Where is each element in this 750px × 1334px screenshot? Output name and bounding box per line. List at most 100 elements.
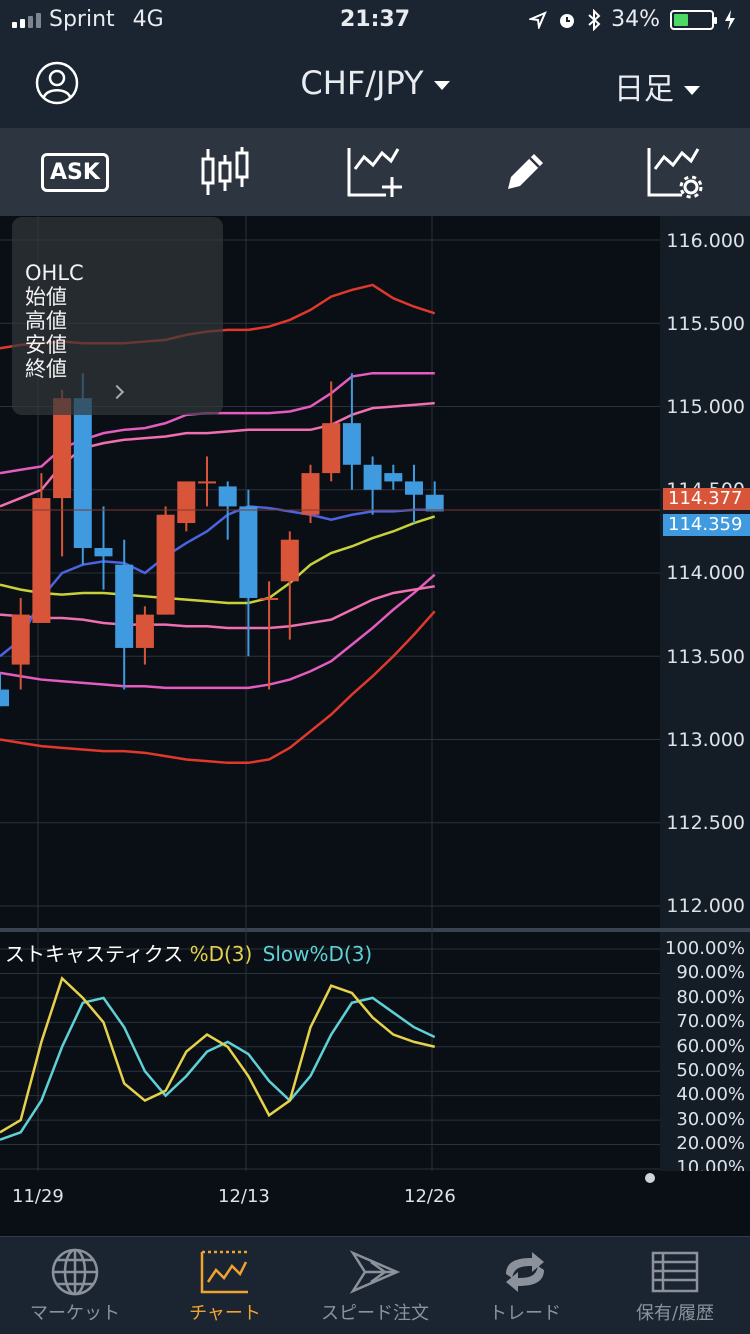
high-label: 高値	[25, 309, 67, 333]
stoch-title: ストキャスティクス	[5, 942, 184, 966]
tab-market[interactable]: マーケット	[0, 1237, 150, 1334]
stoch-legend: ストキャスティクス %D(3) Slow%D(3)	[5, 938, 372, 967]
price-tick: 112.500	[666, 812, 745, 834]
candle-body	[73, 398, 92, 549]
candle-body	[198, 481, 216, 484]
stoch-tick: 80.00%	[676, 987, 745, 1008]
location-icon	[529, 10, 547, 29]
stoch-tick: 90.00%	[676, 962, 745, 983]
ma-line	[0, 515, 436, 605]
tab-trade[interactable]: トレード	[450, 1237, 600, 1334]
stoch-tick: 30.00%	[676, 1109, 745, 1130]
tab-label: 保有/履歴	[635, 1303, 715, 1324]
candle-body	[0, 689, 9, 707]
lower2-line	[0, 573, 436, 690]
ohlc-info-panel[interactable]: OHLC 始値 高値 安値 終値	[12, 217, 223, 415]
chevron-down-icon	[433, 80, 450, 90]
charging-icon	[725, 9, 735, 30]
candle-body	[342, 423, 361, 465]
chart-type-button[interactable]	[190, 137, 260, 207]
period-selector[interactable]: 日足	[614, 64, 700, 108]
candle-body	[301, 473, 320, 515]
ask-label: ASK	[41, 152, 109, 192]
date-label: 12/26	[404, 1186, 456, 1207]
stoch-tick: 50.00%	[676, 1060, 745, 1081]
scroll-indicator	[645, 1173, 655, 1183]
draw-tool-button[interactable]	[490, 137, 560, 207]
stoch-tick: 40.00%	[676, 1084, 745, 1105]
slow-d-line	[0, 996, 436, 1141]
chart-toolbar: ASK	[0, 128, 750, 216]
close-label: 終値	[25, 357, 67, 381]
candle-body	[425, 494, 444, 512]
battery-icon	[670, 9, 717, 30]
candle-body	[239, 506, 258, 598]
indicator-settings-button[interactable]	[640, 137, 710, 207]
stochastic-lines	[0, 976, 436, 1141]
candlestick-icon	[201, 147, 249, 195]
status-right: 34%	[529, 7, 736, 32]
ohlc-title: OHLC	[25, 261, 84, 285]
candle-body	[135, 614, 154, 648]
chevron-down-icon	[684, 86, 700, 95]
chart-icon	[200, 1250, 248, 1294]
pencil-icon	[508, 154, 543, 189]
candle-body	[322, 423, 341, 474]
ask-bid-toggle-button[interactable]: ASK	[40, 137, 110, 207]
globe-icon	[51, 1248, 99, 1296]
candle-body	[405, 481, 423, 495]
low-label: 安値	[25, 333, 67, 357]
alarm-icon	[560, 13, 575, 28]
trade-arrows-icon	[506, 1252, 544, 1292]
bid-price-tag: 114.359	[663, 514, 750, 536]
status-bar: Sprint 4G 21:37 34%	[0, 0, 750, 40]
date-label: 12/13	[218, 1186, 270, 1207]
indicator-settings-icon	[647, 148, 703, 199]
currency-pair-label: CHF/JPY	[300, 64, 424, 102]
price-tick: 116.000	[666, 230, 745, 252]
candle-body	[384, 473, 403, 482]
stoch-tick: 10.00%	[676, 1157, 745, 1171]
date-label: 11/29	[12, 1186, 64, 1207]
candle-body	[260, 597, 279, 600]
chart-header: CHF/JPY 日足	[0, 40, 750, 128]
stoch-slow-label: Slow%D(3)	[262, 942, 373, 966]
period-label: 日足	[614, 72, 674, 107]
ask-price-tag: 114.377	[663, 488, 750, 510]
candle-body	[32, 498, 51, 623]
price-tick: 115.000	[666, 396, 745, 418]
stoch-d-label: %D(3)	[189, 942, 253, 966]
lower1-line	[0, 585, 435, 630]
price-tick: 113.000	[666, 729, 745, 751]
price-tick: 115.500	[666, 313, 745, 335]
stoch-tick: 70.00%	[676, 1011, 745, 1032]
bluetooth-icon	[588, 8, 601, 31]
add-indicator-button[interactable]	[340, 137, 410, 207]
stoch-tick: 60.00%	[676, 1036, 745, 1057]
candle-body	[177, 481, 196, 524]
tab-speed-order[interactable]: スピード注文	[300, 1237, 450, 1334]
percent-d-line	[0, 976, 435, 1134]
candle-body	[94, 548, 113, 557]
candle-body	[115, 564, 134, 648]
tab-positions-history[interactable]: 保有/履歴	[600, 1237, 750, 1334]
speed-arrow-icon	[349, 1250, 401, 1294]
candle-body	[156, 514, 175, 615]
candle-body	[11, 614, 30, 665]
stoch-tick: 100.00%	[664, 938, 745, 959]
indicator-add-icon	[347, 148, 402, 197]
candle-body	[280, 539, 299, 582]
list-icon	[651, 1251, 699, 1293]
tab-label: チャート	[189, 1303, 261, 1324]
mid-line	[0, 505, 435, 658]
tab-label: スピード注文	[321, 1303, 429, 1324]
bottom-tab-bar: マーケット チャート スピード注文 トレード 保有/履歴	[0, 1236, 750, 1334]
candle-body	[218, 486, 237, 507]
tab-chart[interactable]: チャート	[150, 1237, 300, 1334]
open-label: 始値	[25, 285, 67, 309]
candle-body	[363, 464, 382, 490]
chevron-right-icon[interactable]	[109, 384, 125, 400]
price-tick: 114.000	[666, 562, 745, 584]
tab-label: マーケット	[30, 1303, 120, 1324]
price-tick: 112.000	[666, 895, 745, 917]
